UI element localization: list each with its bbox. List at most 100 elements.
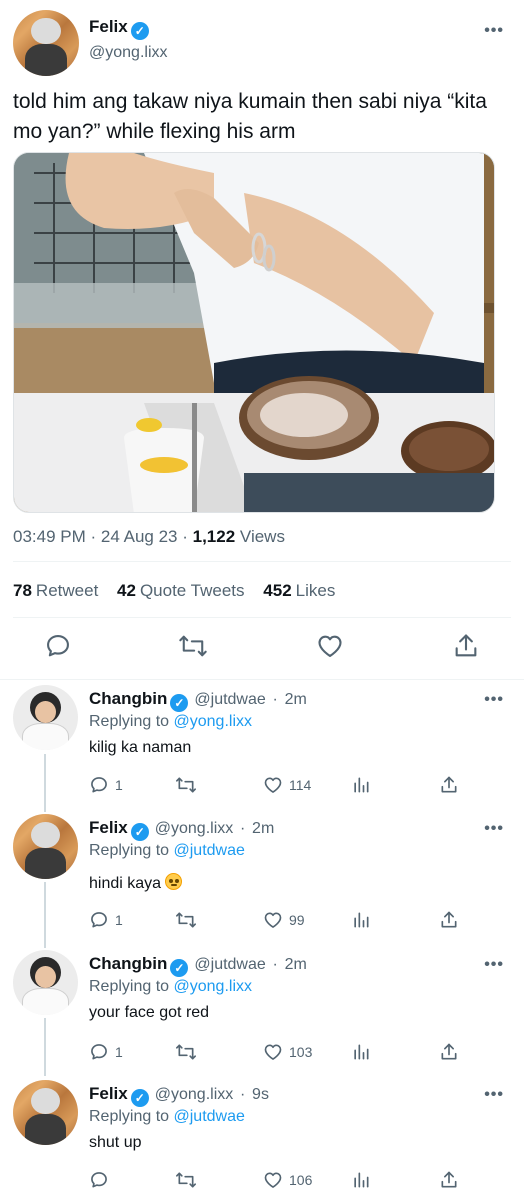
analytics-icon[interactable]	[351, 908, 377, 932]
reply-author[interactable]: Changbin ✓ @jutdwae · 2m	[89, 954, 307, 977]
reply-author[interactable]: Felix ✓ @yong.lixx · 2m	[89, 818, 274, 841]
reply-author-name: Changbin	[89, 689, 168, 708]
meta-separator: ·	[272, 691, 278, 708]
replying-label: Replying to	[89, 978, 170, 995]
share-icon[interactable]	[439, 1040, 465, 1064]
reply-time[interactable]: 2m	[252, 820, 274, 837]
tweet-text: told him ang takaw niya kumain then sabi…	[13, 90, 487, 143]
reply-handle: @jutdwae	[194, 691, 266, 708]
tweet-date[interactable]: 24 Aug 23	[101, 527, 178, 546]
reply-author-name: Felix	[89, 818, 128, 837]
tweet-stats: 78 Retweet 42 Quote Tweets 452 Likes	[13, 581, 349, 601]
reply-text: hindi kaya	[89, 873, 183, 893]
avatar[interactable]	[13, 10, 79, 76]
more-icon[interactable]: •••	[484, 820, 504, 838]
tweet-time[interactable]: 03:49 PM	[13, 527, 86, 546]
share-icon[interactable]	[439, 773, 465, 797]
like-count: 99	[289, 912, 305, 928]
mention-link[interactable]: @jutdwae	[174, 842, 245, 859]
analytics-icon[interactable]	[351, 773, 377, 797]
share-icon[interactable]	[439, 1168, 465, 1192]
tweet-actions	[0, 632, 524, 664]
more-icon[interactable]: •••	[484, 1086, 504, 1104]
retweet-icon[interactable]	[175, 1040, 203, 1064]
retweet-icon[interactable]	[178, 632, 208, 662]
mention-link[interactable]: @yong.lixx	[174, 713, 253, 730]
divider	[13, 617, 511, 618]
reply-actions: 1 114	[89, 773, 469, 797]
retweets-stat[interactable]: 78 Retweet	[13, 581, 98, 600]
photo-image	[14, 153, 494, 512]
tweet-meta: 03:49 PM · 24 Aug 23 · 1,122 Views	[13, 527, 285, 547]
reply-time[interactable]: 2m	[285, 956, 307, 973]
meta-separator: ·	[239, 1086, 246, 1103]
avatar[interactable]	[13, 685, 78, 750]
reply-icon[interactable]	[44, 632, 74, 662]
like-icon[interactable]: 114	[263, 773, 311, 797]
like-icon[interactable]	[316, 632, 346, 662]
meta-separator: ·	[272, 956, 278, 973]
divider	[0, 679, 524, 680]
likes-label: Likes	[295, 581, 336, 600]
reply-author[interactable]: Changbin ✓ @jutdwae · 2m	[89, 689, 307, 712]
replying-label: Replying to	[89, 713, 170, 730]
likes-stat[interactable]: 452 Likes	[263, 581, 335, 600]
more-icon[interactable]: •••	[484, 956, 504, 974]
replying-to: Replying to @yong.lixx	[89, 978, 252, 996]
analytics-icon[interactable]	[351, 1040, 377, 1064]
reply-handle: @yong.lixx	[154, 1086, 234, 1103]
reply-icon[interactable]: 1	[89, 1040, 123, 1064]
verified-badge-icon: ✓	[130, 22, 149, 40]
quotes-stat[interactable]: 42 Quote Tweets	[117, 581, 245, 600]
like-count: 106	[289, 1172, 313, 1188]
retweet-icon[interactable]	[175, 773, 203, 797]
share-icon[interactable]	[439, 908, 465, 932]
more-icon[interactable]: •••	[484, 22, 504, 40]
author-name[interactable]: Felix ✓	[89, 17, 149, 40]
like-count: 114	[289, 777, 312, 793]
analytics-icon[interactable]	[351, 1168, 377, 1192]
author-handle[interactable]: @yong.lixx	[89, 44, 168, 62]
reply-handle: @jutdwae	[194, 956, 266, 973]
share-icon[interactable]	[452, 632, 482, 662]
avatar[interactable]	[13, 950, 78, 1015]
likes-count: 452	[263, 581, 292, 600]
reply-actions: 1 103	[89, 1040, 469, 1064]
reply-count: 1	[115, 777, 123, 793]
reply-text: your face got red	[89, 1004, 210, 1021]
reply-time[interactable]: 9s	[252, 1086, 269, 1103]
replying-label: Replying to	[89, 842, 170, 859]
mention-link[interactable]: @jutdwae	[174, 1108, 245, 1125]
retweet-icon[interactable]	[175, 908, 203, 932]
more-icon[interactable]: •••	[484, 691, 504, 709]
author-name-text: Felix	[89, 17, 128, 36]
reply-author[interactable]: Felix ✓ @yong.lixx · 9s	[89, 1084, 269, 1107]
reply-icon[interactable]: 1	[89, 773, 123, 797]
reply-icon[interactable]	[89, 1168, 115, 1192]
tweet-photo[interactable]	[13, 152, 495, 513]
avatar[interactable]	[13, 814, 78, 879]
like-icon[interactable]: 99	[263, 908, 305, 932]
verified-badge-icon: ✓	[130, 1089, 149, 1107]
meta-separator: ·	[239, 820, 246, 837]
replying-to: Replying to @jutdwae	[89, 842, 245, 860]
reply-handle: @yong.lixx	[154, 820, 234, 837]
reply-count: 1	[115, 912, 123, 928]
avatar[interactable]	[13, 1080, 78, 1145]
reply-count: 1	[115, 1044, 123, 1060]
retweet-icon[interactable]	[175, 1168, 203, 1192]
reply-tweet[interactable]: Changbin ✓ @jutdwae · 2m ••• Replying to @…	[0, 950, 524, 1074]
main-tweet: Felix ✓ @yong.lixx ••• told him ang takaw…	[0, 0, 524, 680]
mention-link[interactable]: @yong.lixx	[174, 978, 253, 995]
reply-tweet[interactable]: Changbin ✓ @jutdwae · 2m ••• Replying to @…	[0, 685, 524, 809]
reply-tweet[interactable]: Felix ✓ @yong.lixx · 9s ••• Replying to @j…	[0, 1080, 524, 1200]
retweets-label: Retweet	[35, 581, 99, 600]
reply-time[interactable]: 2m	[285, 691, 307, 708]
reply-tweet[interactable]: Felix ✓ @yong.lixx · 2m ••• Replying to @j…	[0, 814, 524, 948]
views-label: Views	[239, 527, 285, 546]
like-icon[interactable]: 103	[263, 1040, 312, 1064]
replying-to: Replying to @yong.lixx	[89, 713, 252, 731]
meta-separator: ·	[90, 527, 97, 546]
like-icon[interactable]: 106	[263, 1168, 312, 1192]
reply-icon[interactable]: 1	[89, 908, 123, 932]
